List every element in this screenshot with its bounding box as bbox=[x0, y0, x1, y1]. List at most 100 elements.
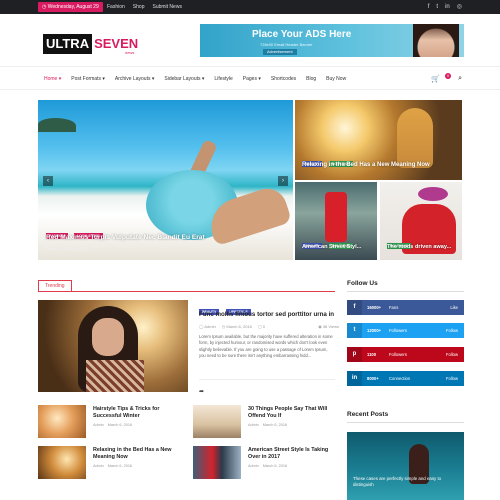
facebook-icon: f bbox=[347, 300, 362, 315]
item-3-author[interactable]: Admin bbox=[93, 464, 104, 468]
facebook-label: Fans bbox=[389, 305, 399, 310]
recent-post-card[interactable]: These cases are perfectly simple and eas… bbox=[347, 432, 464, 500]
nav-lifestyle[interactable]: Lifestyle bbox=[214, 76, 232, 82]
nav-post-formats[interactable]: Post Formats ▾ bbox=[71, 76, 105, 82]
nav-shortcodes[interactable]: Shortcodes bbox=[271, 76, 296, 82]
date-badge: ◷ Wednesday, August 29 bbox=[38, 2, 103, 12]
pinterest-icon: p bbox=[347, 347, 362, 362]
top-link-submit-news[interactable]: Submit News bbox=[152, 2, 181, 12]
twitter-follow-button[interactable]: Follow bbox=[446, 323, 458, 338]
item-1-author[interactable]: Admin bbox=[93, 423, 104, 427]
twitter-label: Followers bbox=[389, 328, 407, 333]
cart-count-badge: 0 bbox=[445, 73, 452, 79]
item-4-author[interactable]: Admin bbox=[248, 464, 259, 468]
tile-2-title[interactable]: American Street Styl... bbox=[302, 244, 361, 250]
item-1-title[interactable]: Hairstyle Tips & Tricks for Successful W… bbox=[93, 406, 183, 420]
twitter-icon[interactable]: t bbox=[436, 2, 438, 12]
facebook-icon[interactable]: f bbox=[428, 2, 430, 12]
ad-button[interactable]: Advertisement bbox=[263, 49, 297, 55]
cart-icon[interactable]: 🛒 bbox=[431, 75, 440, 83]
item-3-title[interactable]: Relaxing in the Bed Has a New Meaning No… bbox=[93, 447, 183, 461]
slider-next-arrow[interactable]: › bbox=[278, 176, 288, 186]
featured-tile-2[interactable]: BEAUTY BOUTIQUE American Street Styl... bbox=[295, 182, 377, 260]
pinterest-follow-bar[interactable]: p 1100 Followers Follow bbox=[347, 347, 464, 362]
nav-post-formats-label: Post Formats bbox=[71, 76, 101, 82]
nav-sidebar-layouts-label: Sidebar Layouts bbox=[164, 76, 201, 82]
item-2-author[interactable]: Admin bbox=[248, 423, 259, 427]
search-icon[interactable]: ⌕ bbox=[458, 75, 462, 83]
trending-feature-image[interactable] bbox=[38, 300, 188, 392]
linkedin-count: 8000+ bbox=[367, 376, 379, 381]
item-4-thumb[interactable] bbox=[193, 446, 241, 479]
nav-home[interactable]: Home ▾ bbox=[44, 76, 61, 82]
nav-pages-label: Pages bbox=[242, 76, 257, 82]
item-2-title[interactable]: 30 Things People Say That Will Offend Yo… bbox=[248, 406, 338, 420]
top-social: f t in ◎ bbox=[428, 2, 462, 12]
item-2-thumb[interactable] bbox=[193, 405, 241, 438]
instagram-icon[interactable]: ◎ bbox=[457, 2, 462, 12]
facebook-like-button[interactable]: Like bbox=[450, 300, 458, 315]
top-links: Fashion Shop Submit News bbox=[107, 2, 182, 12]
facebook-count: 16000+ bbox=[367, 305, 382, 310]
main-nav: Home ▾ Post Formats ▾ Archive Layouts ▾ … bbox=[0, 66, 500, 90]
ad-title: Place Your ADS Here bbox=[252, 29, 352, 40]
top-link-fashion[interactable]: Fashion bbox=[107, 2, 125, 12]
linkedin-icon[interactable]: in bbox=[445, 2, 450, 12]
trending-label: Trending bbox=[38, 280, 72, 291]
feature-comments[interactable]: ▢ 0 bbox=[258, 324, 265, 329]
linkedin-icon: in bbox=[347, 371, 362, 386]
pinterest-label: Followers bbox=[389, 352, 407, 357]
feature-author[interactable]: ◯ Admin bbox=[199, 324, 216, 329]
nav-blog[interactable]: Blog bbox=[306, 76, 316, 82]
feature-author-name: Admin bbox=[204, 324, 216, 329]
feature-scarf bbox=[86, 360, 144, 392]
feature-face bbox=[92, 318, 124, 356]
ad-subtitle: 728x90 Email Header Banner bbox=[260, 42, 313, 47]
site-logo[interactable]: ULTRA SEVEN news bbox=[43, 34, 138, 55]
nav-archive-layouts-label: Archive Layouts bbox=[114, 76, 151, 82]
featured-tile-1[interactable]: BEAUTY BOUTIQUE Relaxing in the Bed Has … bbox=[295, 100, 462, 180]
feature-views: ◉ 38 Views bbox=[318, 324, 339, 329]
nav-sidebar-layouts[interactable]: Sidebar Layouts ▾ bbox=[164, 76, 204, 82]
nav-buy-now[interactable]: Buy Now bbox=[326, 76, 346, 82]
tile-3-hat bbox=[418, 187, 448, 201]
date-text: Wednesday, August 29 bbox=[47, 4, 99, 10]
linkedin-follow-bar[interactable]: in 8000+ Connection Follow bbox=[347, 371, 464, 386]
item-1-meta: Admin March 6, 2016 bbox=[93, 423, 132, 427]
trending-feature-title[interactable]: Func mollis finibus tortor sed porttitor… bbox=[199, 311, 339, 319]
item-1-date: March 6, 2016 bbox=[107, 423, 133, 427]
hero-author[interactable]: Admin bbox=[46, 246, 57, 251]
item-4-title[interactable]: American Street Style Is Taking Over in … bbox=[248, 447, 338, 461]
logo-tagline: news bbox=[125, 50, 135, 55]
follow-us-heading: Follow Us bbox=[347, 280, 464, 292]
tile-3-title[interactable]: The mods driven away... bbox=[387, 244, 451, 250]
featured-tile-3[interactable]: BOUTIQUE The mods driven away... bbox=[380, 182, 462, 260]
pinterest-follow-button[interactable]: Follow bbox=[446, 347, 458, 362]
hero-slider[interactable]: ‹ › FASHION LOOK & LIKE Red Maximus Turp… bbox=[38, 100, 293, 260]
item-2-date: March 6, 2016 bbox=[262, 423, 288, 427]
hero-date: March 6, 2016 bbox=[61, 246, 87, 251]
twitter-icon: t bbox=[347, 323, 362, 338]
nav-pages[interactable]: Pages ▾ bbox=[243, 76, 261, 82]
twitter-follow-bar[interactable]: t 12000+ Followers Follow bbox=[347, 323, 464, 338]
tile-1-image bbox=[397, 108, 433, 168]
slider-prev-arrow[interactable]: ‹ bbox=[43, 176, 53, 186]
share-icon[interactable]: ➦ bbox=[199, 389, 204, 395]
top-link-shop[interactable]: Shop bbox=[133, 2, 145, 12]
item-3-meta: Admin March 6, 2016 bbox=[93, 464, 132, 468]
hero-title[interactable]: Red Maximus Turpis Vulputate Nec Blandit… bbox=[46, 234, 205, 241]
facebook-follow-bar[interactable]: f 16000+ Fans Like bbox=[347, 300, 464, 315]
item-4-date: March 6, 2016 bbox=[262, 464, 288, 468]
tile-1-title[interactable]: Relaxing in the Bed Has a New Meaning No… bbox=[302, 162, 430, 168]
trending-header: Trending bbox=[38, 280, 335, 292]
item-1-thumb[interactable] bbox=[38, 405, 86, 438]
recent-posts-heading: Recent Posts bbox=[347, 411, 464, 423]
recent-post-caption[interactable]: These cases are perfectly simple and eas… bbox=[353, 476, 463, 488]
linkedin-follow-button[interactable]: Follow bbox=[446, 371, 458, 386]
hero-rock bbox=[38, 118, 76, 132]
nav-archive-layouts[interactable]: Archive Layouts ▾ bbox=[115, 76, 154, 82]
header-ad-banner[interactable]: Place Your ADS Here 728x90 Email Header … bbox=[200, 24, 464, 57]
item-3-thumb[interactable] bbox=[38, 446, 86, 479]
logo-part-1: ULTRA bbox=[43, 34, 93, 54]
hero-meta: Admin March 6, 2016 bbox=[46, 246, 87, 251]
